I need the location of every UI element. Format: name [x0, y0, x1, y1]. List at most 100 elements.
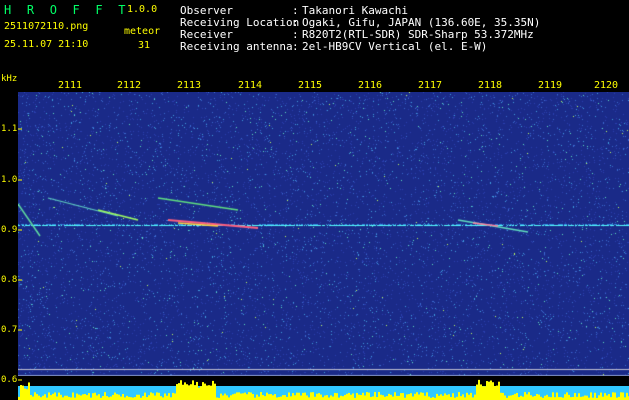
intensity-bar — [364, 395, 366, 400]
receiver-sep: : — [292, 28, 299, 41]
intensity-bar — [380, 394, 382, 400]
intensity-bar — [252, 394, 254, 400]
intensity-bar — [222, 395, 224, 400]
intensity-bar — [476, 384, 478, 400]
intensity-bar — [234, 393, 236, 400]
intensity-bar — [412, 396, 414, 400]
intensity-bar — [418, 394, 420, 400]
intensity-bar — [336, 393, 338, 400]
observer-sep: : — [292, 4, 299, 17]
intensity-bar — [522, 396, 524, 400]
intensity-bar — [236, 392, 238, 400]
intensity-bar — [26, 389, 28, 400]
intensity-bar — [536, 394, 538, 400]
intensity-bar — [92, 393, 94, 400]
intensity-bar — [186, 384, 188, 400]
receiver-value: R820T2(RTL-SDR) SDR-Sharp 53.372MHz — [302, 28, 534, 41]
intensity-bar — [446, 394, 448, 400]
intensity-bar — [98, 394, 100, 400]
intensity-bar — [436, 393, 438, 400]
intensity-bar — [24, 388, 26, 400]
intensity-bar — [594, 392, 596, 400]
intensity-bar — [256, 394, 258, 400]
intensity-bar — [88, 393, 90, 400]
intensity-bar — [334, 392, 336, 400]
intensity-bar — [408, 394, 410, 400]
y-axis-unit: kHz — [1, 74, 18, 84]
intensity-bar — [568, 394, 570, 400]
intensity-bar — [500, 392, 502, 400]
intensity-bar — [280, 396, 282, 400]
intensity-bar — [324, 395, 326, 400]
intensity-bar — [608, 394, 610, 400]
intensity-bar — [102, 395, 104, 400]
intensity-bar — [264, 396, 266, 400]
intensity-bar — [582, 396, 584, 400]
x-tick-label: 2117 — [417, 80, 443, 91]
y-tick-label: 0.6 — [1, 375, 18, 385]
intensity-bar — [86, 395, 88, 400]
intensity-bar — [368, 392, 370, 400]
intensity-bar — [538, 394, 540, 400]
intensity-bar — [158, 392, 160, 400]
antenna-sep: : — [292, 40, 299, 53]
intensity-bar — [344, 394, 346, 400]
intensity-bar — [266, 392, 268, 400]
intensity-bar — [138, 394, 140, 400]
intensity-bar — [240, 393, 242, 400]
intensity-bar — [486, 381, 488, 400]
intensity-bar — [196, 381, 198, 400]
intensity-bar — [126, 395, 128, 400]
intensity-bar — [494, 386, 496, 400]
intensity-bar — [466, 392, 468, 400]
y-tick-label: 1.1 — [1, 124, 18, 134]
intensity-bar — [332, 396, 334, 400]
intensity-bar — [248, 392, 250, 400]
intensity-bar — [626, 392, 628, 400]
x-tick-label: 2111 — [57, 80, 83, 91]
intensity-bar — [156, 392, 158, 400]
intensity-bar — [50, 395, 52, 400]
intensity-bar — [534, 395, 536, 400]
intensity-bar — [356, 392, 358, 400]
intensity-bar — [38, 395, 40, 400]
intensity-bar — [342, 396, 344, 400]
intensity-bar — [502, 392, 504, 400]
intensity-bar — [392, 396, 394, 400]
intensity-bar — [584, 395, 586, 400]
y-tick-label: 0.9 — [1, 225, 18, 235]
intensity-bar — [104, 392, 106, 400]
intensity-bar — [30, 395, 32, 400]
intensity-bar — [474, 394, 476, 400]
intensity-bar — [106, 396, 108, 400]
x-tick-label: 2113 — [176, 80, 202, 91]
intensity-bar — [348, 392, 350, 400]
intensity-bar — [372, 396, 374, 400]
intensity-bar — [110, 396, 112, 400]
intensity-bar — [468, 394, 470, 400]
x-tick-label: 2115 — [297, 80, 323, 91]
intensity-bar — [462, 394, 464, 400]
intensity-bar — [388, 393, 390, 400]
intensity-bar — [452, 393, 454, 400]
intensity-bar — [442, 395, 444, 400]
intensity-bar — [214, 383, 216, 400]
intensity-bar — [28, 382, 30, 400]
intensity-bar — [402, 393, 404, 400]
intensity-bar — [312, 392, 314, 400]
intensity-bar — [142, 395, 144, 400]
intensity-bar — [520, 395, 522, 400]
intensity-bar — [416, 392, 418, 400]
meteor-label: meteor — [124, 26, 161, 37]
header-panel: H R O F F T 1.0.0 2511072110.png 25.11.0… — [0, 0, 629, 72]
intensity-bar — [378, 392, 380, 400]
intensity-bar — [56, 396, 58, 400]
intensity-bar — [116, 394, 118, 400]
spectrogram-waterfall — [18, 92, 629, 376]
location-sep: : — [292, 16, 299, 29]
intensity-bar — [512, 394, 514, 400]
intensity-bar — [460, 396, 462, 400]
intensity-bar — [556, 392, 558, 400]
intensity-bar — [42, 395, 44, 400]
intensity-bar — [398, 395, 400, 400]
